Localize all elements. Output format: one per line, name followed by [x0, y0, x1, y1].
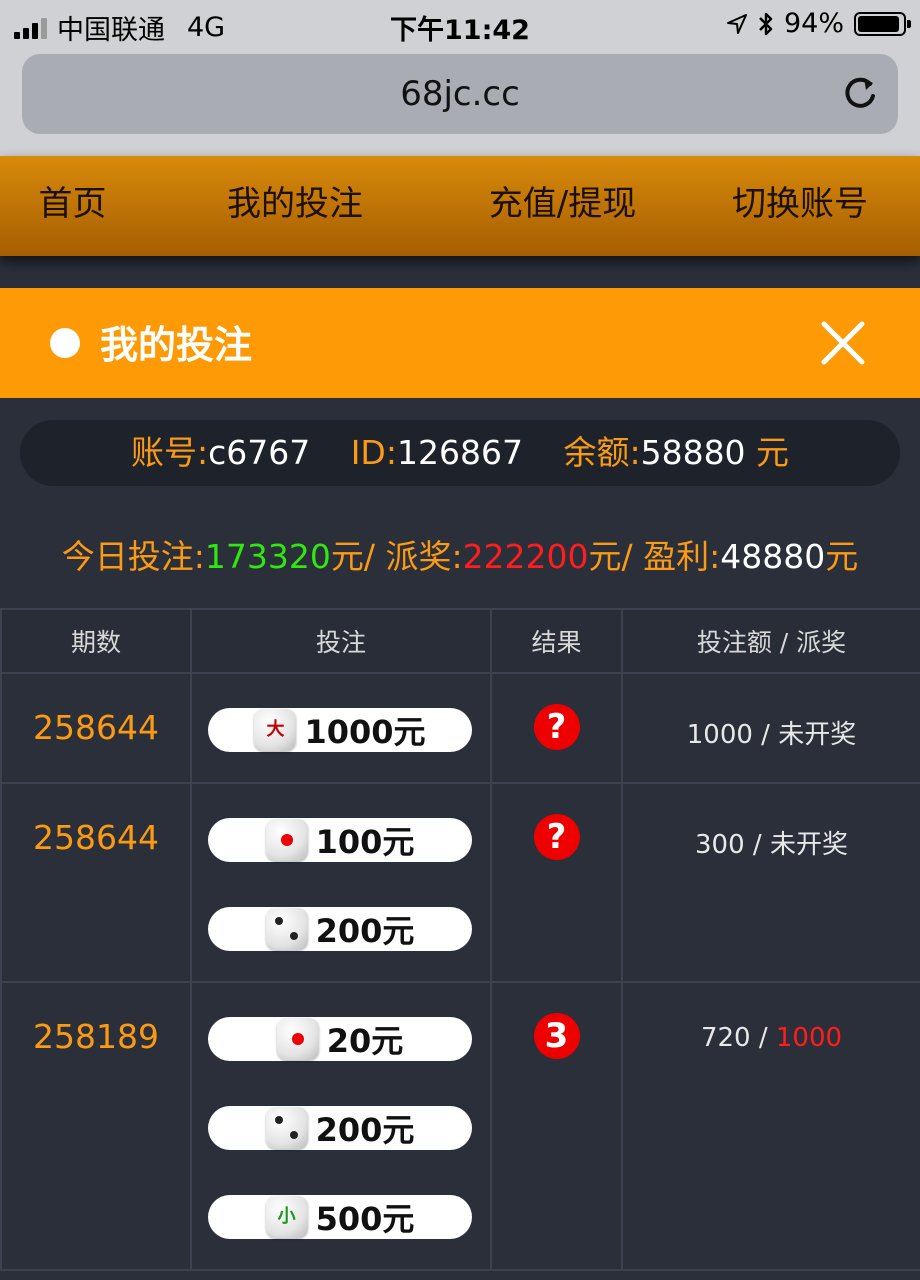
table-header-row: 期数 投注 结果 投注额 / 派奖	[0, 608, 920, 674]
dice-icon	[265, 819, 308, 861]
account-info: 账号:c6767 ID:126867 余额:58880 元	[20, 420, 900, 486]
result-cell: ?	[490, 782, 623, 983]
period-cell: 258644	[0, 782, 192, 983]
reload-icon[interactable]	[840, 74, 880, 114]
bet-amount: 200元	[315, 1111, 415, 1149]
bet-total: 300	[695, 830, 745, 860]
header-amount: 投注额 / 派奖	[621, 608, 920, 674]
browser-chrome: 68jc.cc	[0, 48, 920, 156]
bet-total: 720	[700, 1023, 751, 1053]
battery-icon	[854, 11, 911, 36]
location-arrow-icon	[726, 13, 747, 34]
dice-icon	[265, 1107, 308, 1149]
amount-separator: /	[752, 720, 779, 750]
header-bet: 投注	[190, 608, 492, 674]
nav-item-deposit-withdraw[interactable]: 充值/提现	[445, 156, 680, 256]
status-bar: 中国联通 4G 下午11:42 94%	[0, 0, 920, 48]
result-cell: ?	[490, 672, 623, 784]
dice-icon: 大	[254, 709, 297, 751]
bet-chip[interactable]: 100元	[208, 818, 472, 862]
dice-icon: 小	[265, 1196, 308, 1238]
profit-label: 盈利:	[643, 537, 721, 576]
balance-unit: 元	[745, 433, 790, 472]
amount-separator: /	[744, 830, 770, 860]
url-text[interactable]: 68jc.cc	[22, 74, 898, 114]
bet-label: 今日投注:	[61, 537, 205, 576]
account-value: c6767	[208, 433, 311, 472]
bet-amount: 200元	[315, 912, 415, 950]
result-badge: 3	[533, 1013, 580, 1059]
question-badge-icon: ?	[533, 814, 580, 860]
dice-icon	[276, 1018, 319, 1060]
bluetooth-icon	[759, 12, 773, 35]
id-label: ID:	[350, 433, 397, 472]
payout-unit: 元/	[588, 537, 644, 576]
bet-chip[interactable]: 小 500元	[208, 1195, 472, 1239]
header-result: 结果	[490, 608, 623, 674]
table-row: 258189 20元 200元小 500元 3 720 / 1000	[0, 981, 920, 1271]
bet-amount: 500元	[315, 1200, 415, 1238]
nav-item-my-bets[interactable]: 我的投注	[145, 156, 445, 256]
panel-title: 我的投注	[100, 323, 253, 367]
nav-item-switch-account[interactable]: 切换账号	[680, 156, 920, 256]
daily-summary: 今日投注:173320元/ 派奖:222200元/ 盈利:48880元	[0, 530, 920, 578]
payout-label: 派奖:	[385, 537, 463, 576]
bet-chip[interactable]: 20元	[208, 1017, 472, 1061]
die-pip	[274, 1116, 283, 1124]
table-row: 258644 大 1000元? 1000 / 未开奖	[0, 672, 920, 784]
bet-amount: 100元	[315, 823, 415, 861]
bet-chip[interactable]: 200元	[208, 1106, 472, 1150]
top-nav: 首页 我的投注 充值/提现 切换账号	[0, 156, 920, 256]
die-pip	[291, 1033, 304, 1045]
amount-cell: 300 / 未开奖	[621, 782, 920, 983]
payout-value: 1000	[775, 1023, 843, 1053]
address-bar[interactable]: 68jc.cc	[22, 54, 898, 134]
result-cell: 3	[490, 981, 623, 1271]
amount-cell: 720 / 1000	[621, 981, 920, 1271]
question-badge-icon: ?	[533, 704, 580, 750]
status-right: 94%	[726, 8, 911, 39]
balance-value: 58880	[640, 433, 746, 472]
bets-cell: 20元 200元小 500元	[190, 981, 492, 1271]
balance-label: 余额:	[563, 433, 641, 472]
bet-chip[interactable]: 200元	[208, 907, 472, 951]
bet-amount: 20元	[326, 1022, 404, 1060]
period-cell: 258644	[0, 672, 192, 784]
header-period: 期数	[0, 608, 192, 674]
profit-value: 48880	[720, 537, 826, 576]
table-body: 258644 大 1000元? 1000 / 未开奖 258644 100元 200元? 30…	[0, 672, 920, 1271]
die-pip	[274, 917, 283, 925]
dice-icon	[265, 908, 308, 950]
bets-cell: 100元 200元	[190, 782, 492, 983]
nav-item-home[interactable]: 首页	[0, 156, 145, 256]
payout-value: 未开奖	[778, 720, 857, 750]
table-row: 258644 100元 200元? 300 / 未开奖	[0, 782, 920, 983]
bet-chip[interactable]: 大 1000元	[208, 708, 472, 752]
amount-cell: 1000 / 未开奖	[621, 672, 920, 784]
battery-percent: 94%	[783, 8, 844, 39]
payout-value: 222200	[462, 537, 589, 576]
account-label: 账号:	[130, 433, 209, 472]
payout-value: 未开奖	[769, 830, 848, 860]
bet-unit: 元/	[330, 537, 386, 576]
die-pip	[289, 1131, 298, 1139]
bet-table: 期数 投注 结果 投注额 / 派奖 258644 大 1000元? 1000 / 未开…	[0, 608, 920, 1271]
bet-total: 1000	[686, 720, 753, 750]
panel-header: 我的投注	[0, 288, 920, 398]
period-cell: 258189	[0, 981, 192, 1271]
die-pip	[280, 834, 293, 846]
die-pip	[289, 932, 298, 940]
bet-amount: 1000元	[304, 713, 426, 751]
bullet-icon	[50, 328, 80, 358]
close-icon[interactable]	[818, 318, 868, 368]
bets-cell: 大 1000元	[190, 672, 492, 784]
id-value: 126867	[396, 433, 523, 472]
bet-value: 173320	[204, 537, 331, 576]
profit-unit: 元	[825, 537, 859, 576]
amount-separator: /	[750, 1023, 776, 1053]
